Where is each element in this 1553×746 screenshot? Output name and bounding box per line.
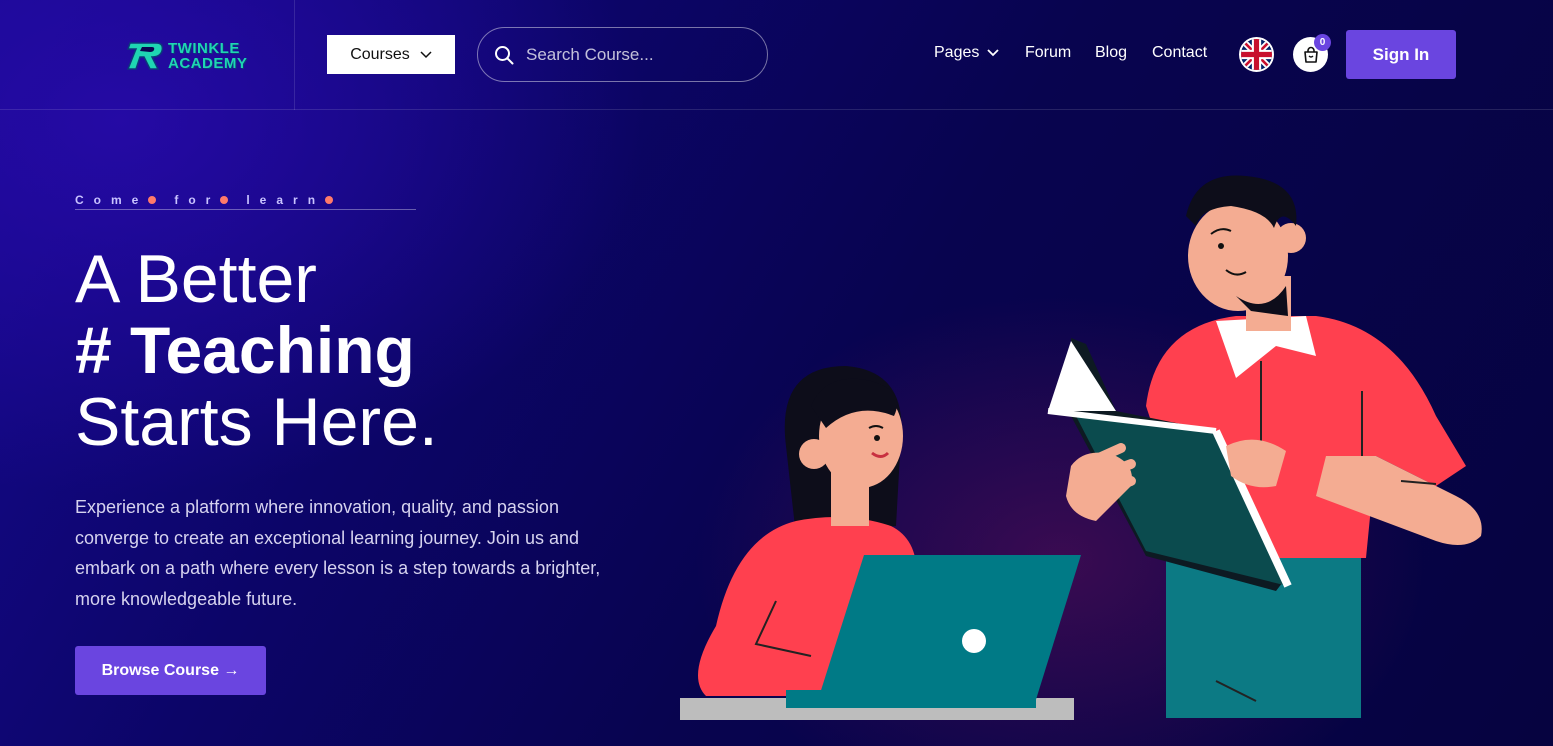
courses-label: Courses [350,45,410,63]
hero-title-line2: # Teaching [75,313,415,387]
logo-text-line1: TWINKLE [168,40,240,57]
tagline-word: Come [75,192,149,207]
sign-in-button[interactable]: Sign In [1346,30,1456,79]
search-icon [495,45,514,64]
hero-tagline: Come for learn [75,190,416,210]
site-header: TWINKLE ACADEMY Courses Pages Forum Blog… [0,0,1553,110]
browse-course-button[interactable]: Browse Course → [75,646,266,695]
hero-illustration [680,175,1482,720]
hero-title-line3: Starts Here. [75,384,438,460]
nav-item-pages[interactable]: Pages [934,44,1000,62]
chevron-down-icon [420,50,432,58]
search-box[interactable] [477,27,768,82]
nav-item-forum[interactable]: Forum [1025,44,1071,62]
tagline-word: learn [246,192,326,207]
tagline-dot [325,195,334,204]
nav-label: Blog [1095,44,1128,61]
logo-text-line2: ACADEMY [168,55,248,72]
courses-dropdown-button[interactable]: Courses [327,35,455,74]
hero-title-line1: A Better [75,241,317,317]
uk-flag-icon [1241,39,1272,70]
tagline-dot [220,195,229,204]
logo-text: TWINKLE ACADEMY [168,41,247,71]
nav-label: Pages [934,44,980,61]
chevron-down-icon [987,49,1000,57]
nav-item-blog[interactable]: Blog [1095,44,1127,62]
logo-mark-icon [126,42,164,70]
search-input[interactable] [526,44,746,65]
hero-description: Experience a platform where innovation, … [75,497,601,609]
nav-label: Contact [1152,44,1208,61]
tagline-dot [148,195,157,204]
tagline-word: for [174,192,221,207]
nav-item-contact[interactable]: Contact [1152,44,1207,62]
logo-cell: TWINKLE ACADEMY [0,0,295,110]
language-switcher[interactable] [1239,37,1274,72]
nav-label: Forum [1025,44,1072,61]
site-logo[interactable]: TWINKLE ACADEMY [126,38,247,74]
cart-count-badge: 0 [1314,34,1331,51]
